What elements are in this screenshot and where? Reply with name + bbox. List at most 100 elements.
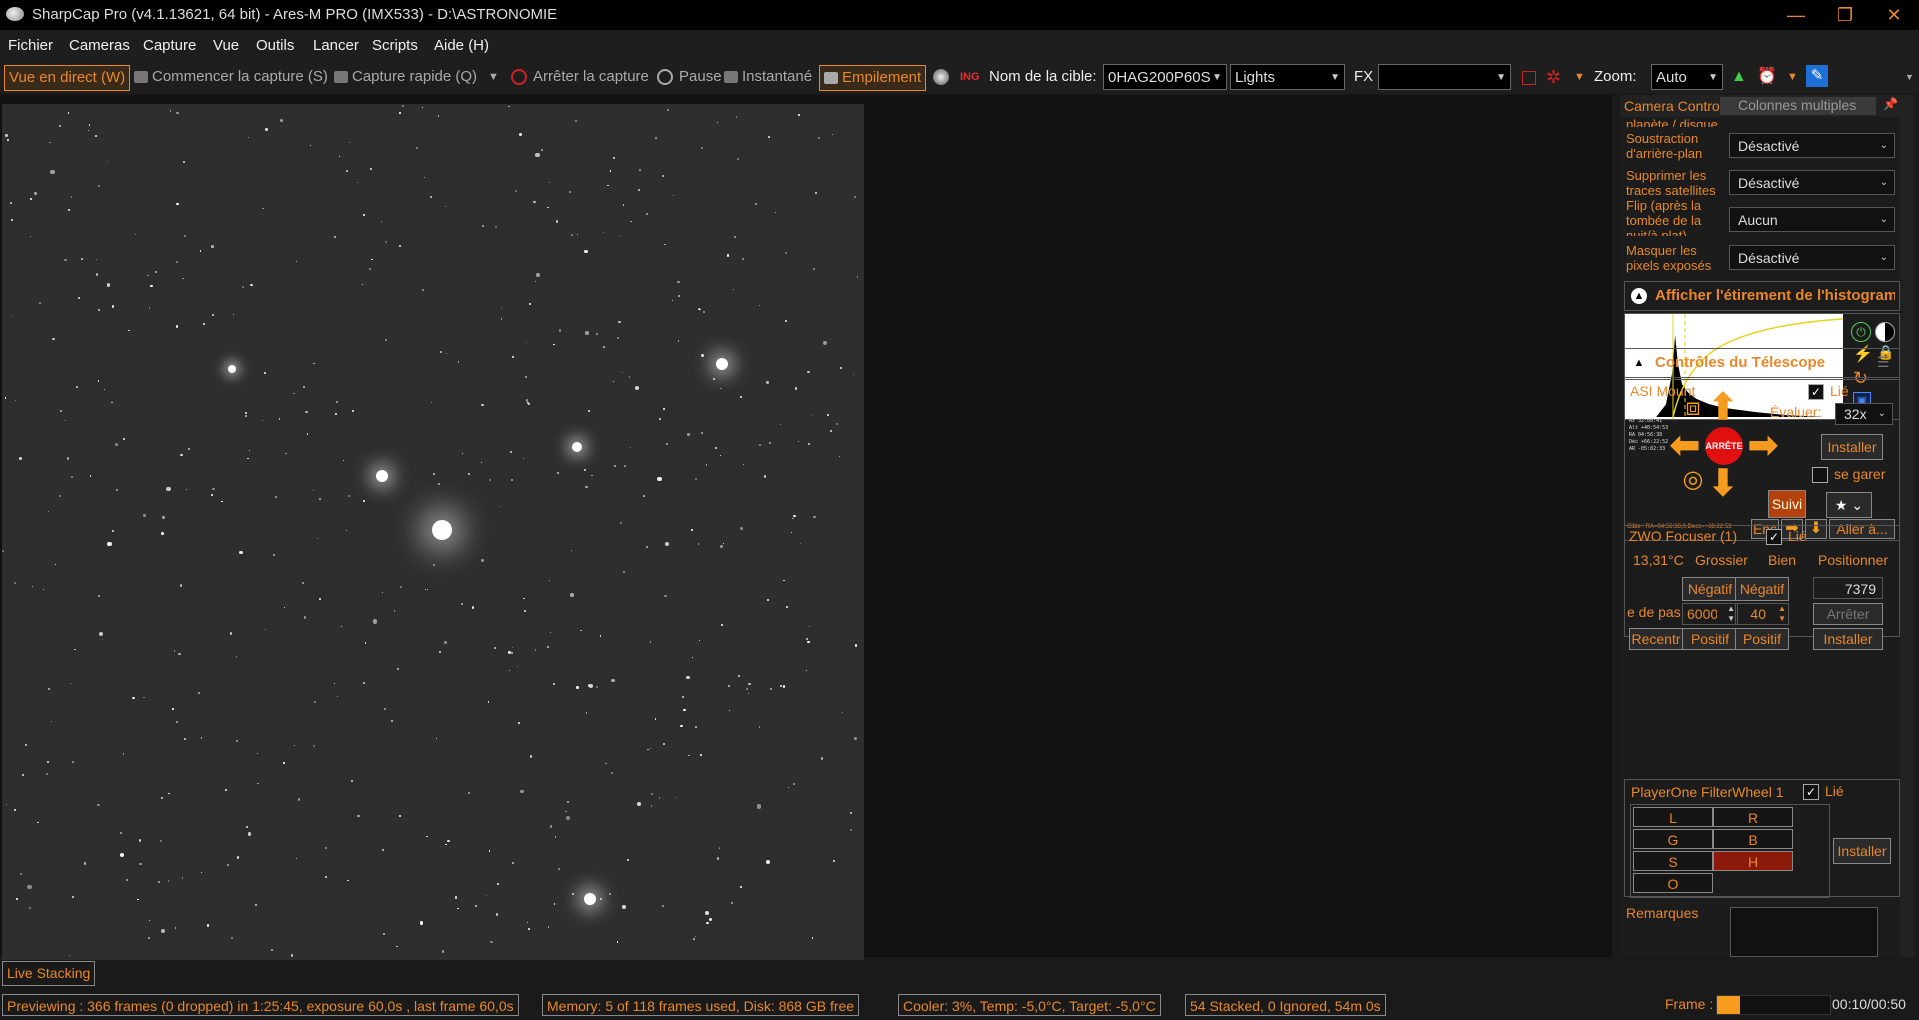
ing-icon[interactable]: ING bbox=[960, 65, 980, 89]
mount-install-button[interactable]: Installer bbox=[1821, 434, 1883, 460]
focuser-stop-button[interactable]: Arrêter bbox=[1813, 603, 1883, 625]
filterwheel-linked-checkbox[interactable]: ✓ bbox=[1803, 784, 1819, 800]
image-viewer[interactable] bbox=[0, 95, 1612, 962]
coarse-step-input[interactable]: 6000 ▲ ▼ bbox=[1682, 603, 1738, 625]
live-stacking-tab[interactable]: Live Stacking bbox=[2, 961, 96, 986]
fx-combo[interactable]: ▼ bbox=[1378, 64, 1511, 90]
quick-capture-button[interactable]: Capture rapide (Q) bbox=[334, 65, 477, 89]
focuser-linked-checkbox[interactable]: ✓ bbox=[1766, 529, 1782, 545]
capture-dropdown-chevron-icon[interactable]: ▼ bbox=[488, 65, 499, 89]
fine-negative-button[interactable]: Négatif bbox=[1735, 577, 1789, 601]
bright-star bbox=[584, 893, 596, 905]
stacking-button[interactable]: Empilement bbox=[819, 65, 927, 91]
star bbox=[736, 158, 739, 161]
menu-lines-icon[interactable]: ☰ bbox=[1877, 354, 1890, 371]
star bbox=[726, 254, 730, 257]
target-name-combo[interactable]: 0HAG200P60S ▼ bbox=[1103, 64, 1227, 90]
collapse-chevron-icon[interactable]: ▲ bbox=[1631, 288, 1647, 304]
filter-o-button[interactable]: O bbox=[1633, 873, 1713, 893]
telescope-section-header[interactable]: ▲ Contrôles du Télescope ☰ bbox=[1624, 348, 1900, 378]
arrow-up-button[interactable]: ⬆ bbox=[1703, 388, 1743, 426]
pause-button[interactable]: Pause bbox=[657, 65, 722, 89]
contrast-icon[interactable] bbox=[1875, 322, 1895, 342]
star bbox=[111, 530, 114, 533]
mount-linked-checkbox[interactable]: ✓ bbox=[1808, 384, 1824, 400]
menu-help[interactable]: Aide (H) bbox=[434, 37, 489, 54]
recenter-button[interactable]: Recentr bbox=[1629, 628, 1683, 650]
star bbox=[742, 463, 744, 466]
arrow-right-button[interactable]: ➡ bbox=[1743, 426, 1783, 464]
filter-s-button[interactable]: S bbox=[1633, 851, 1713, 871]
alarm-chevron-icon[interactable]: ▼ bbox=[1787, 65, 1798, 89]
stop-capture-button[interactable]: Arrêter la capture bbox=[511, 65, 649, 89]
histogram-section-header[interactable]: ▲ Afficher l'étirement de l'histogramme bbox=[1624, 281, 1900, 311]
filter-l-button[interactable]: L bbox=[1633, 807, 1713, 827]
zoom-combo[interactable]: Auto ▼ bbox=[1651, 64, 1723, 90]
focus-assist-icon[interactable] bbox=[933, 65, 949, 89]
star bbox=[24, 743, 28, 747]
minimize-button[interactable]: — bbox=[1773, 0, 1819, 30]
spinner-icon[interactable]: ▲ ▼ bbox=[1727, 604, 1735, 624]
snapshot-button[interactable]: Instantané bbox=[724, 65, 812, 89]
rate-select[interactable]: 32x ⌄ bbox=[1835, 403, 1893, 425]
fine-step-input[interactable]: 40 ▲ ▼ bbox=[1735, 603, 1789, 625]
arrow-left-button[interactable]: ⬅ bbox=[1665, 426, 1705, 464]
coarse-negative-button[interactable]: Négatif bbox=[1682, 577, 1738, 601]
coarse-positive-button[interactable]: Positif bbox=[1682, 628, 1738, 650]
pin-icon[interactable]: 📌 bbox=[1883, 97, 1898, 111]
panel-scrollbar[interactable] bbox=[1900, 95, 1914, 957]
star bbox=[716, 121, 718, 123]
tab-multi-columns[interactable]: Colonnes multiples bbox=[1720, 97, 1876, 115]
star bbox=[356, 182, 358, 183]
focuser-position-value[interactable]: 7379 bbox=[1813, 577, 1883, 599]
filter-b-button[interactable]: B bbox=[1713, 829, 1793, 849]
menu-launch[interactable]: Lancer bbox=[313, 37, 359, 54]
live-view-button[interactable]: Vue en direct (W) bbox=[4, 65, 131, 91]
park-checkbox[interactable] bbox=[1812, 467, 1828, 483]
power-icon[interactable]: ⏻ bbox=[1851, 322, 1871, 342]
flip-select[interactable]: Aucun ⌄ bbox=[1729, 207, 1895, 232]
reticle-chevron-icon[interactable]: ▼ bbox=[1574, 65, 1585, 89]
collapse-chevron-icon[interactable]: ▲ bbox=[1631, 355, 1647, 371]
star bbox=[5, 134, 8, 137]
filter-h-button[interactable]: H bbox=[1713, 851, 1793, 871]
satellite-trails-select[interactable]: Désactivé ⌄ bbox=[1729, 170, 1895, 195]
mount-stop-button[interactable]: ARRÊTE bbox=[1705, 427, 1743, 465]
reticle-icon[interactable]: ✲ bbox=[1546, 65, 1561, 89]
fine-positive-button[interactable]: Positif bbox=[1735, 628, 1789, 650]
star-field-image[interactable] bbox=[2, 104, 864, 962]
menu-view[interactable]: Vue bbox=[213, 37, 239, 54]
menu-file[interactable]: Fichier bbox=[8, 37, 53, 54]
filter-r-button[interactable]: R bbox=[1713, 807, 1793, 827]
histogram-icon[interactable]: ▲ bbox=[1731, 65, 1747, 89]
notes-textarea[interactable] bbox=[1730, 907, 1878, 957]
mask-exposed-select[interactable]: Désactivé ⌄ bbox=[1729, 245, 1895, 270]
frame-type-combo[interactable]: Lights ▼ bbox=[1230, 64, 1345, 90]
arrow-down-button[interactable]: ⬇ bbox=[1703, 464, 1743, 502]
toolbar-overflow-icon[interactable]: ▼ bbox=[1905, 65, 1914, 89]
close-button[interactable]: ✕ bbox=[1871, 0, 1917, 30]
tab-camera-controls[interactable]: Camera Controls bbox=[1624, 98, 1730, 114]
tracking-button[interactable]: Suivi bbox=[1768, 490, 1806, 518]
menu-cameras[interactable]: Cameras bbox=[69, 37, 130, 54]
star bbox=[438, 483, 441, 486]
start-capture-button[interactable]: Commencer la capture (S) bbox=[134, 65, 328, 89]
focuser-install-button[interactable]: Installer bbox=[1813, 628, 1883, 650]
alarm-clock-icon[interactable]: ⏰ bbox=[1757, 65, 1777, 89]
star bbox=[72, 895, 75, 898]
menu-scripts[interactable]: Scripts bbox=[372, 37, 418, 54]
star bbox=[70, 683, 72, 685]
menu-tools[interactable]: Outils bbox=[256, 37, 294, 54]
sync-star-button[interactable]: ★ ⌄ bbox=[1826, 492, 1872, 518]
star bbox=[202, 322, 205, 325]
panel-tab-strip: Camera Controls Colonnes multiples 📌 bbox=[1620, 95, 1900, 117]
roi-select-icon[interactable] bbox=[1522, 71, 1536, 85]
spinner-icon[interactable]: ▲ ▼ bbox=[1778, 604, 1786, 624]
filterwheel-name: PlayerOne FilterWheel 1 bbox=[1631, 784, 1784, 800]
background-subtraction-select[interactable]: Désactivé ⌄ bbox=[1729, 133, 1895, 158]
filterwheel-install-button[interactable]: Installer bbox=[1833, 838, 1891, 864]
brush-icon[interactable]: ✎ bbox=[1806, 65, 1828, 87]
filter-g-button[interactable]: G bbox=[1633, 829, 1713, 849]
maximize-button[interactable]: ❐ bbox=[1822, 0, 1868, 30]
menu-capture[interactable]: Capture bbox=[143, 37, 196, 54]
